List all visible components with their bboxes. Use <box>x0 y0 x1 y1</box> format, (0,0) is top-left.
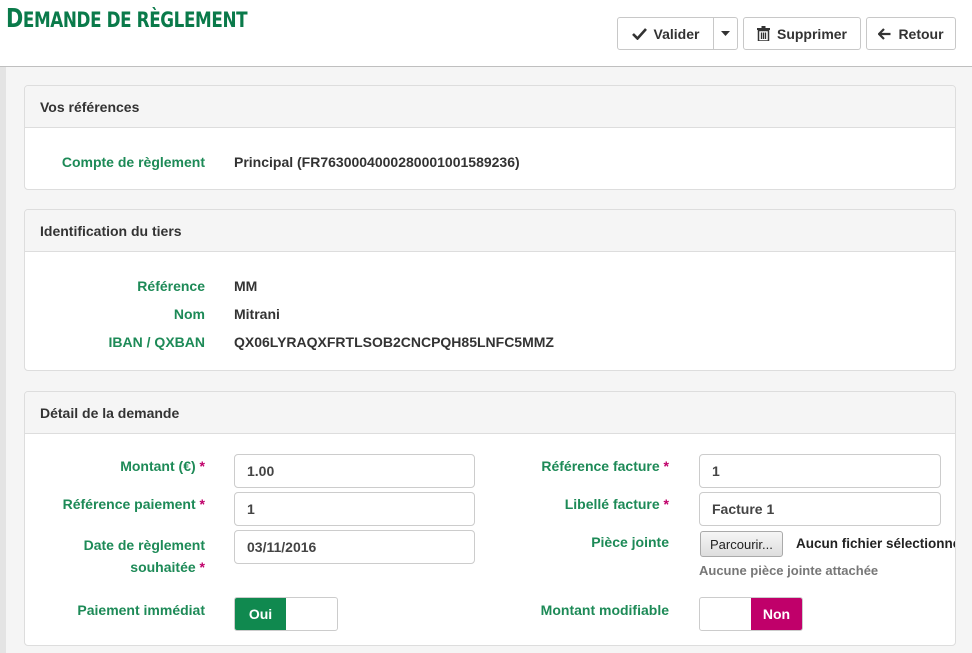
validate-dropdown-button[interactable] <box>713 17 738 50</box>
request-heading: Détail de la demande <box>25 392 955 434</box>
name-value: Mitrani <box>234 306 280 322</box>
delete-button[interactable]: Supprimer <box>743 17 861 50</box>
name-label: Nom <box>173 306 205 322</box>
payment-ref-input[interactable]: 1 <box>234 492 475 526</box>
immediate-payment-toggle[interactable]: Oui <box>234 597 338 631</box>
iban-value: QX06LYRAQXFRTLSOB2CNCPQH85LNFC5MMZ <box>234 334 554 350</box>
invoice-title-input[interactable]: Facture 1 <box>699 492 941 526</box>
editable-amount-off: Non <box>751 598 802 630</box>
third-party-panel: Identification du tiers Référence MM Nom… <box>24 209 956 371</box>
browse-file-button[interactable]: Parcourir... <box>700 531 783 557</box>
trash-icon <box>756 26 770 41</box>
arrow-left-icon <box>878 27 891 40</box>
back-button[interactable]: Retour <box>866 17 956 50</box>
delete-button-label: Supprimer <box>776 25 847 42</box>
request-panel: Détail de la demande Montant (€) * 1.00 … <box>24 391 956 646</box>
references-heading: Vos références <box>25 86 955 128</box>
invoice-title-label: Libellé facture * <box>564 496 669 512</box>
account-value: Principal (FR7630004000280001001589236) <box>234 154 520 170</box>
page-title: DEMANDE DE RÈGLEMENT <box>6 4 248 34</box>
reference-value: MM <box>234 278 258 294</box>
date-input[interactable]: 03/11/2016 <box>234 530 475 564</box>
references-panel: Vos références Compte de règlement Princ… <box>24 85 956 190</box>
reference-label: Référence <box>137 278 205 294</box>
check-icon <box>631 28 647 40</box>
back-button-label: Retour <box>898 25 944 42</box>
editable-amount-label: Montant modifiable <box>540 602 669 618</box>
invoice-ref-input[interactable]: 1 <box>699 454 941 488</box>
account-label: Compte de règlement <box>61 154 205 170</box>
payment-ref-label: Référence paiement * <box>62 496 205 512</box>
immediate-payment-on: Oui <box>235 598 286 630</box>
amount-input[interactable]: 1.00 <box>234 454 475 488</box>
attachment-label: Pièce jointe <box>591 534 669 550</box>
iban-label: IBAN / QXBAN <box>108 334 205 350</box>
invoice-ref-label: Référence facture * <box>541 458 669 474</box>
amount-label: Montant (€) * <box>120 458 205 474</box>
no-file-text: Aucun fichier sélectionné. <box>796 536 956 551</box>
top-bar: DEMANDE DE RÈGLEMENT Valider Supprimer R… <box>0 0 972 66</box>
editable-amount-toggle[interactable]: Non <box>699 597 803 631</box>
validate-button-label: Valider <box>653 25 700 42</box>
immediate-payment-label: Paiement immédiat <box>77 602 205 618</box>
validate-button[interactable]: Valider <box>617 17 714 50</box>
date-label: Date de règlement souhaitée * <box>83 537 205 575</box>
no-attachment-text: Aucune pièce jointe attachée <box>699 563 879 578</box>
caret-down-icon <box>721 31 730 36</box>
third-party-heading: Identification du tiers <box>25 210 955 252</box>
